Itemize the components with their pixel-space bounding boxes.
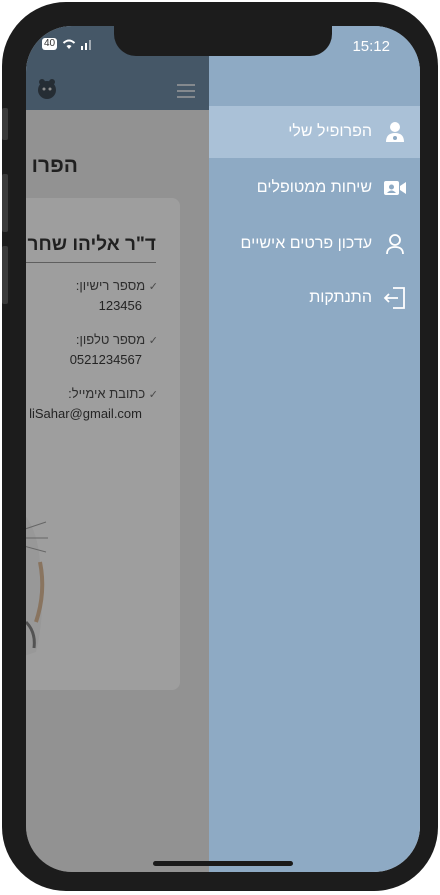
- video-call-icon: [382, 175, 408, 201]
- menu-label: התנתקות: [309, 289, 372, 306]
- home-indicator[interactable]: [153, 861, 293, 866]
- status-icons: 40: [42, 38, 95, 50]
- menu-item-update-details[interactable]: עדכון פרטים אישיים: [209, 218, 420, 270]
- menu-item-logout[interactable]: התנתקות: [209, 272, 420, 324]
- menu-item-patient-calls[interactable]: שיחות ממטופלים: [209, 162, 420, 214]
- menu-item-my-profile[interactable]: הפרופיל שלי: [209, 106, 420, 158]
- overlay-dim[interactable]: [26, 26, 209, 872]
- battery-icon: 40: [42, 38, 58, 50]
- volume-down-button: [2, 246, 8, 304]
- wifi-icon: [62, 39, 76, 49]
- doctor-icon: [382, 119, 408, 145]
- user-outline-icon: [382, 231, 408, 257]
- status-time: 15:12: [352, 38, 390, 55]
- logout-icon: [382, 285, 408, 311]
- menu-label: שיחות ממטופלים: [256, 179, 372, 196]
- volume-up-button: [2, 174, 8, 232]
- screen: 40 15:12 הפרו ד"ר אליהו שחר ✓ מספר רישיו…: [26, 26, 420, 872]
- side-button: [2, 108, 8, 140]
- menu-label: הפרופיל שלי: [288, 123, 372, 140]
- signal-icon: [81, 40, 92, 50]
- side-drawer: הפרופיל שלי שיחות ממטופלים עדכון פרטים א…: [209, 26, 420, 872]
- notch: [114, 26, 332, 56]
- menu-label: עדכון פרטים אישיים: [240, 235, 372, 252]
- phone-frame: 40 15:12 הפרו ד"ר אליהו שחר ✓ מספר רישיו…: [2, 2, 438, 891]
